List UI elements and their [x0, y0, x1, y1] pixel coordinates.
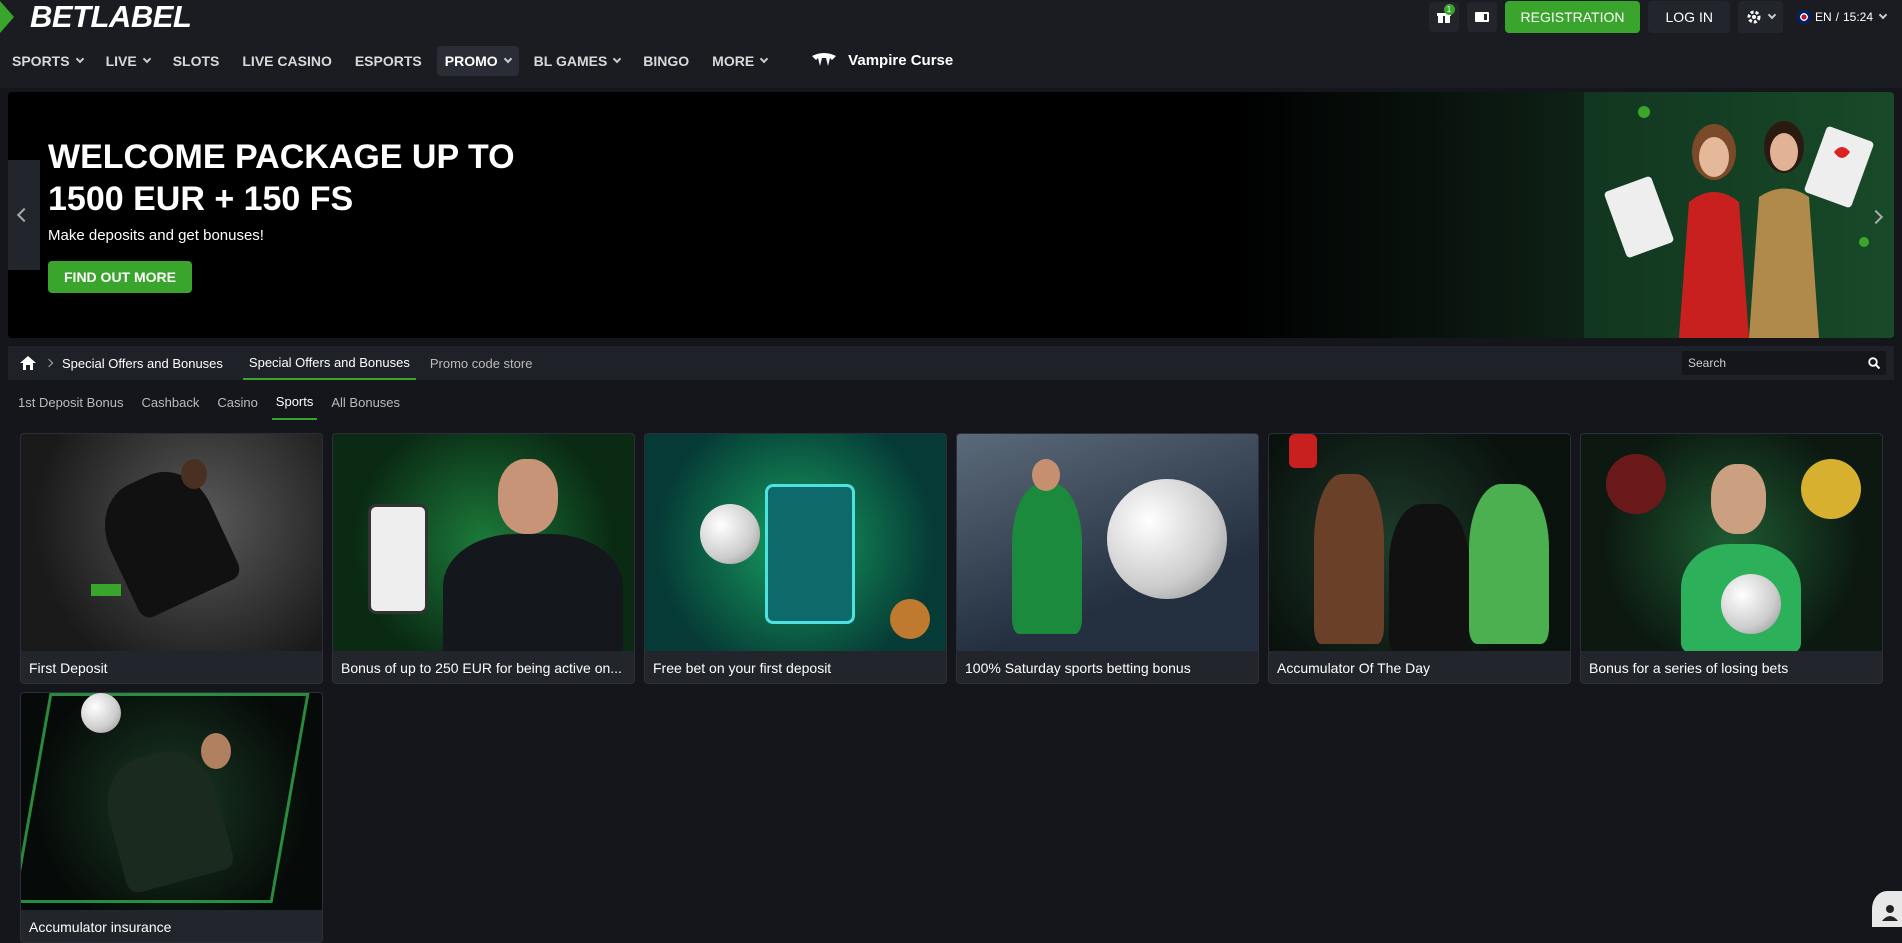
nav-bl-games[interactable]: BL GAMES — [526, 46, 629, 76]
top-bar: BETLABEL 1 REGISTRATION LOG IN EN / 15:2… — [0, 0, 1902, 33]
live-tv-button[interactable] — [1467, 2, 1497, 32]
nav-esports[interactable]: ESPORTS — [347, 46, 430, 76]
featured-game-link[interactable]: Vampire Curse — [810, 52, 953, 70]
chevron-down-icon — [75, 54, 83, 62]
card-title: Bonus of up to 250 EUR for being active … — [333, 651, 634, 684]
card-title: First Deposit — [21, 651, 322, 684]
vampire-fangs-icon — [810, 52, 838, 70]
chevron-right-icon — [45, 359, 53, 367]
gift-count-badge: 1 — [1444, 4, 1455, 15]
banner-prev-button[interactable] — [8, 160, 40, 270]
nav-sports[interactable]: SPORTS — [4, 46, 91, 76]
bonus-card[interactable]: Bonus for a series of losing bets — [1580, 433, 1883, 684]
nav-label: PROMO — [445, 53, 498, 69]
card-image — [957, 434, 1258, 651]
chevron-down-icon — [503, 54, 511, 62]
chevron-left-icon — [17, 208, 31, 222]
settings-dropdown[interactable] — [1738, 1, 1783, 33]
main-nav: SPORTS LIVE SLOTS LIVE CASINO ESPORTS PR… — [0, 33, 1902, 88]
banner-next-button[interactable] — [1866, 202, 1886, 232]
tab-sports[interactable]: Sports — [272, 384, 318, 420]
tab-cashback[interactable]: Cashback — [138, 384, 204, 420]
breadcrumb: Special Offers and Bonuses Special Offer… — [8, 346, 1894, 380]
bonus-card[interactable]: Accumulator insurance — [20, 692, 323, 943]
bonus-card[interactable]: First Deposit — [20, 433, 323, 684]
chevron-down-icon — [1879, 10, 1887, 18]
search-icon[interactable] — [1868, 357, 1880, 369]
card-image — [1269, 434, 1570, 651]
nav-label: SLOTS — [173, 53, 220, 69]
bonus-card[interactable]: 100% Saturday sports betting bonus — [956, 433, 1259, 684]
nav-label: BL GAMES — [534, 53, 608, 69]
casino-women-illustration — [1584, 92, 1884, 338]
banner-title: WELCOME PACKAGE UP TO 1500 EUR + 150 FS — [48, 136, 548, 220]
registration-button[interactable]: REGISTRATION — [1505, 1, 1641, 33]
nav-label: ESPORTS — [355, 53, 422, 69]
chevron-right-icon — [1869, 210, 1883, 224]
clock-time: 15:24 — [1843, 10, 1873, 24]
featured-game-label: Vampire Curse — [848, 52, 953, 69]
header-actions: 1 REGISTRATION LOG IN EN / 15:24 — [1429, 0, 1902, 33]
nav-label: SPORTS — [12, 53, 70, 69]
breadcrumb-current[interactable]: Special Offers and Bonuses — [62, 356, 223, 371]
logo[interactable]: BETLABEL — [0, 0, 191, 33]
uk-flag-icon — [1797, 10, 1811, 24]
language-time-selector[interactable]: EN / 15:24 — [1791, 1, 1892, 33]
card-image — [21, 693, 322, 910]
banner-subtitle: Make deposits and get bonuses! — [48, 227, 264, 244]
card-image — [21, 434, 322, 651]
card-image — [333, 434, 634, 651]
bonus-cards-grid: First Deposit Bonus of up to 250 EUR for… — [20, 433, 1886, 943]
card-title: 100% Saturday sports betting bonus — [957, 651, 1258, 684]
nav-label: MORE — [712, 53, 754, 69]
logo-text: BETLABEL — [30, 0, 191, 35]
chevron-down-icon — [142, 54, 150, 62]
search-input[interactable] — [1688, 356, 1868, 370]
nav-label: BINGO — [643, 53, 689, 69]
tv-icon — [1475, 11, 1489, 23]
tab-special-offers[interactable]: Special Offers and Bonuses — [243, 346, 416, 380]
search-box — [1682, 351, 1886, 375]
language-code: EN — [1815, 10, 1832, 24]
tab-all-bonuses[interactable]: All Bonuses — [327, 384, 404, 420]
logo-mark-icon — [0, 1, 14, 33]
tab-1st-deposit-bonus[interactable]: 1st Deposit Bonus — [14, 384, 128, 420]
card-title: Bonus for a series of losing bets — [1581, 651, 1882, 684]
bonus-card[interactable]: Free bet on your first deposit — [644, 433, 947, 684]
login-button[interactable]: LOG IN — [1648, 1, 1729, 33]
section-tabs: Special Offers and Bonuses Promo code st… — [243, 346, 547, 380]
bonus-card[interactable]: Accumulator Of The Day — [1268, 433, 1571, 684]
nav-label: LIVE — [106, 53, 137, 69]
gear-icon — [1746, 9, 1762, 25]
user-support-icon — [1872, 891, 1902, 927]
card-title: Accumulator Of The Day — [1269, 651, 1570, 684]
gift-button[interactable]: 1 — [1429, 2, 1459, 32]
chevron-down-icon — [760, 54, 768, 62]
nav-more[interactable]: MORE — [704, 46, 775, 76]
separator: / — [1836, 10, 1839, 24]
nav-slots[interactable]: SLOTS — [165, 46, 228, 76]
nav-promo[interactable]: PROMO — [437, 46, 519, 76]
card-image — [645, 434, 946, 651]
bonus-card[interactable]: Bonus of up to 250 EUR for being active … — [332, 433, 635, 684]
chevron-down-icon — [613, 54, 621, 62]
tab-casino[interactable]: Casino — [213, 384, 261, 420]
promo-banner: WELCOME PACKAGE UP TO 1500 EUR + 150 FS … — [8, 92, 1894, 338]
card-title: Free bet on your first deposit — [645, 651, 946, 684]
find-out-more-button[interactable]: FIND OUT MORE — [48, 261, 192, 293]
nav-bingo[interactable]: BINGO — [635, 46, 697, 76]
nav-label: LIVE CASINO — [242, 53, 331, 69]
nav-live[interactable]: LIVE — [98, 46, 158, 76]
home-icon[interactable] — [20, 356, 36, 370]
nav-live-casino[interactable]: LIVE CASINO — [234, 46, 339, 76]
bonus-category-tabs: 1st Deposit Bonus Cashback Casino Sports… — [14, 384, 414, 420]
card-image — [1581, 434, 1882, 651]
chevron-down-icon — [1768, 10, 1776, 18]
support-chat-button[interactable] — [1872, 891, 1902, 927]
tab-promo-code-store[interactable]: Promo code store — [424, 346, 539, 380]
